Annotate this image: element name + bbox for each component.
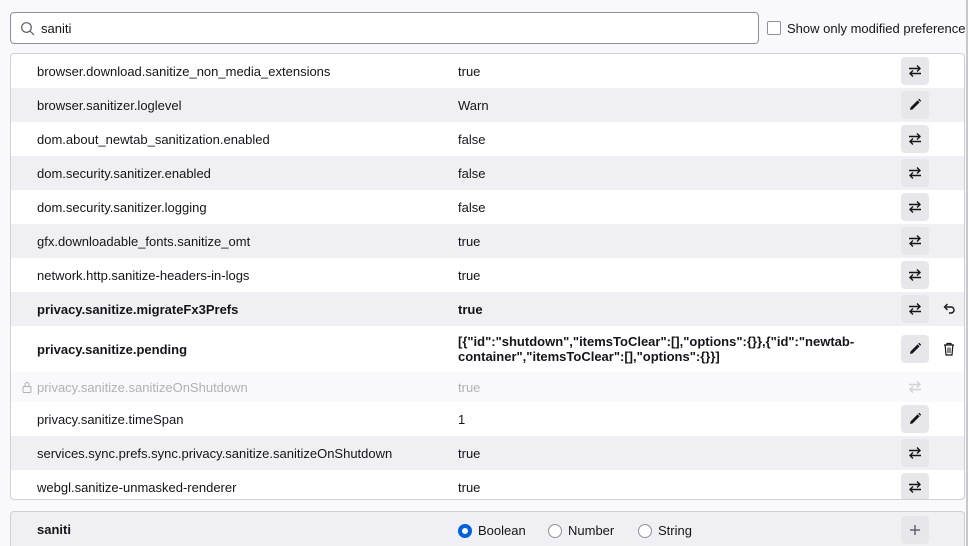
checkbox-box[interactable]: [767, 21, 781, 35]
pref-name: webgl.sanitize-unmasked-renderer: [37, 479, 237, 495]
toggle-icon: [907, 480, 923, 494]
preferences-table: browser.download.sanitize_non_media_exte…: [10, 53, 965, 500]
radio-icon[interactable]: [548, 523, 562, 538]
table-row[interactable]: services.sync.prefs.sync.privacy.sanitiz…: [11, 436, 964, 470]
pref-value: 1: [458, 411, 466, 427]
pref-name: privacy.sanitize.sanitizeOnShutdown: [37, 379, 248, 395]
add-preference-row: saniti Boolean Number String: [10, 511, 965, 546]
type-radio-number[interactable]: Number: [548, 523, 614, 538]
show-modified-label: Show only modified preferences: [787, 20, 968, 36]
toggle-icon: [907, 268, 923, 282]
type-radio-boolean[interactable]: Boolean: [458, 523, 526, 538]
table-row[interactable]: privacy.sanitize.migrateFx3Prefs true: [11, 292, 964, 326]
table-row[interactable]: privacy.sanitize.timeSpan 1: [11, 402, 964, 436]
table-row[interactable]: dom.security.sanitizer.logging false: [11, 190, 964, 224]
table-row[interactable]: webgl.sanitize-unmasked-renderer true: [11, 470, 964, 499]
pref-value: Warn: [458, 97, 489, 113]
pref-value: true: [458, 379, 481, 395]
undo-icon: [942, 302, 956, 316]
toggle-icon: [907, 132, 923, 146]
pref-name: dom.about_newtab_sanitization.enabled: [37, 131, 270, 147]
pref-value: true: [458, 445, 481, 461]
pref-value: true: [458, 267, 481, 283]
toggle-icon: [907, 302, 923, 316]
pref-name: privacy.sanitize.timeSpan: [37, 411, 184, 427]
trash-icon: [943, 342, 955, 356]
search-icon: [21, 22, 35, 36]
lock-icon: [21, 381, 33, 393]
toggle-button[interactable]: [901, 295, 929, 323]
table-row[interactable]: browser.sanitizer.loglevel Warn: [11, 88, 964, 122]
pref-value: [{"id":"shutdown","itemsToClear":[],"opt…: [458, 334, 855, 364]
toggle-button: [901, 373, 929, 401]
pref-name: dom.security.sanitizer.enabled: [37, 165, 211, 181]
edit-icon: [908, 98, 922, 112]
pref-value: true: [458, 479, 481, 495]
toggle-button[interactable]: [901, 159, 929, 187]
toggle-icon: [907, 200, 923, 214]
reset-button[interactable]: [937, 297, 961, 321]
table-row[interactable]: gfx.downloadable_fonts.sanitize_omt true: [11, 224, 964, 258]
pref-name: browser.sanitizer.loglevel: [37, 97, 182, 113]
edit-icon: [908, 342, 922, 356]
edit-button[interactable]: [901, 335, 929, 363]
edit-button[interactable]: [901, 91, 929, 119]
radio-icon[interactable]: [638, 523, 652, 538]
toggle-button[interactable]: [901, 57, 929, 85]
table-row[interactable]: dom.about_newtab_sanitization.enabled fal…: [11, 122, 964, 156]
pref-value: false: [458, 131, 486, 147]
toggle-button[interactable]: [901, 125, 929, 153]
toggle-button[interactable]: [901, 193, 929, 221]
toggle-button[interactable]: [901, 227, 929, 255]
pref-value: false: [458, 165, 486, 181]
pref-value: true: [458, 63, 481, 79]
toggle-icon: [907, 166, 923, 180]
search-input[interactable]: [41, 13, 741, 43]
pref-name: dom.security.sanitizer.logging: [37, 199, 207, 215]
table-row[interactable]: privacy.sanitize.pending [{"id":"shutdown…: [11, 326, 964, 372]
show-modified-checkbox[interactable]: Show only modified preferences: [767, 20, 968, 36]
radio-selected-icon[interactable]: [458, 523, 472, 538]
pref-name: privacy.sanitize.pending: [37, 341, 188, 357]
pref-name: network.http.sanitize-headers-in-logs: [37, 267, 250, 283]
toggle-icon: [907, 380, 923, 394]
plus-icon: [910, 525, 920, 535]
toggle-icon: [907, 446, 923, 460]
pref-name: browser.download.sanitize_non_media_exte…: [37, 63, 331, 79]
toggle-button[interactable]: [901, 261, 929, 289]
table-row[interactable]: privacy.sanitize.sanitizeOnShutdown true: [11, 372, 964, 402]
toggle-icon: [907, 64, 923, 78]
toggle-button[interactable]: [901, 439, 929, 467]
delete-button[interactable]: [937, 337, 961, 361]
pref-value: true: [458, 233, 481, 249]
table-row[interactable]: network.http.sanitize-headers-in-logs tru…: [11, 258, 964, 292]
add-button[interactable]: [901, 516, 929, 544]
pref-name: privacy.sanitize.migrateFx3Prefs: [37, 301, 239, 317]
edit-icon: [908, 412, 922, 426]
pref-value: true: [458, 301, 483, 317]
edit-button[interactable]: [901, 405, 929, 433]
table-row[interactable]: dom.security.sanitizer.enabled false: [11, 156, 964, 190]
pref-name: services.sync.prefs.sync.privacy.sanitiz…: [37, 445, 393, 461]
pref-name: gfx.downloadable_fonts.sanitize_omt: [37, 233, 251, 249]
top-bar: Show only modified preferences: [0, 0, 968, 50]
search-box[interactable]: [10, 12, 759, 44]
toggle-button[interactable]: [901, 473, 929, 499]
type-radio-string[interactable]: String: [638, 523, 692, 538]
toggle-icon: [907, 234, 923, 248]
new-pref-name: saniti: [37, 522, 71, 537]
table-row[interactable]: browser.download.sanitize_non_media_exte…: [11, 54, 964, 88]
pref-value: false: [458, 199, 486, 215]
